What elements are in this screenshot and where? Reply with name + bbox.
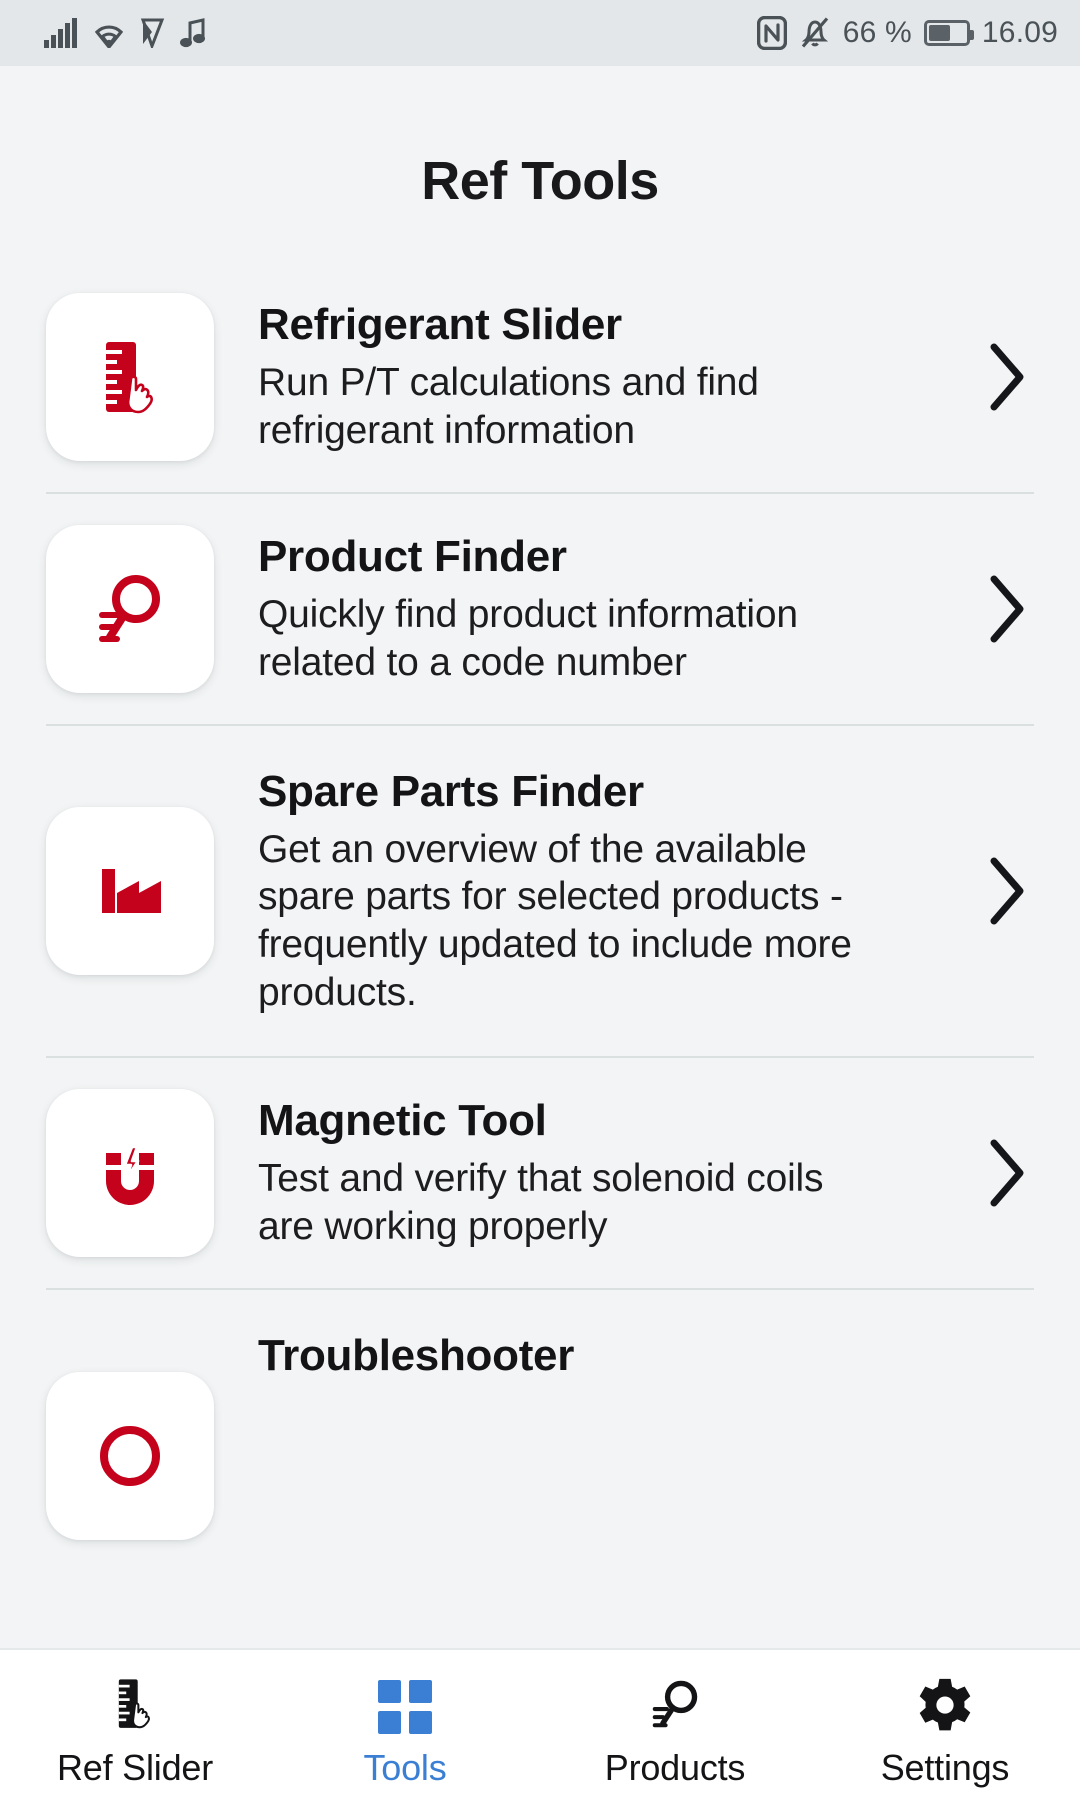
chevron-right-icon[interactable]	[974, 341, 1040, 413]
tool-description: Get an overview of the available spare p…	[258, 827, 852, 1014]
clock-label: 16.09	[981, 16, 1058, 49]
tab-label: Products	[604, 1747, 746, 1788]
list-item[interactable]: Magnetic Tool Test and verify that solen…	[0, 1058, 1080, 1288]
chevron-right-icon[interactable]	[974, 855, 1040, 927]
tool-text: Magnetic Tool Test and verify that solen…	[258, 1095, 974, 1250]
tool-icon-tile	[46, 293, 214, 461]
tool-title: Magnetic Tool	[258, 1096, 547, 1146]
status-bar-left	[44, 18, 207, 48]
battery-percent-label: 66 %	[842, 16, 912, 49]
tab-products[interactable]: Products	[540, 1650, 810, 1810]
grid-squares-icon	[376, 1674, 434, 1736]
tool-title: Spare Parts Finder	[258, 766, 644, 816]
tool-icon-tile	[46, 1089, 214, 1257]
ruler-hand-icon	[104, 1674, 166, 1736]
nfc-icon	[756, 16, 787, 50]
magnet-icon	[106, 1145, 154, 1205]
tool-title: Refrigerant Slider	[258, 300, 622, 350]
wifi-icon	[94, 25, 124, 48]
signal-bars-icon	[44, 18, 77, 48]
tab-label: Settings	[880, 1747, 1010, 1788]
battery-icon	[923, 20, 974, 46]
tab-settings[interactable]: Settings	[810, 1650, 1080, 1810]
bottom-tab-bar[interactable]: Ref Slider Tools Products Settings	[0, 1648, 1080, 1810]
tab-ref-slider[interactable]: Ref Slider	[0, 1650, 270, 1810]
tab-label: Tools	[363, 1747, 447, 1788]
status-bar: 66 % 16.09	[0, 0, 1080, 66]
chevron-right-icon[interactable]	[974, 1137, 1040, 1209]
tool-text: Refrigerant Slider Run P/T calculations …	[258, 299, 974, 454]
play-store-icon	[140, 18, 165, 48]
tool-text: Product Finder Quickly find product info…	[258, 531, 974, 686]
list-item[interactable]: Product Finder Quickly find product info…	[0, 494, 1080, 724]
tool-icon-tile	[46, 1372, 214, 1540]
tool-description: Quickly find product information related…	[258, 593, 798, 684]
tool-text: Troubleshooter	[258, 1330, 974, 1390]
gear-icon	[915, 1674, 975, 1736]
tools-list[interactable]: Refrigerant Slider Run P/T calculations …	[0, 262, 1080, 1650]
page-title: Ref Tools	[421, 151, 659, 211]
tab-tools[interactable]: Tools	[270, 1650, 540, 1810]
tool-description: Run P/T calculations and find refrigeran…	[258, 361, 759, 452]
list-item[interactable]: Refrigerant Slider Run P/T calculations …	[0, 262, 1080, 492]
tool-text: Spare Parts Finder Get an overview of th…	[258, 766, 974, 1016]
bell-off-icon	[801, 17, 828, 48]
ruler-hand-icon	[106, 342, 153, 414]
tool-title: Troubleshooter	[258, 1331, 575, 1380]
magnifier-list-icon	[644, 1674, 706, 1736]
list-item[interactable]: Troubleshooter	[0, 1290, 1080, 1540]
music-note-icon	[180, 18, 205, 48]
tool-icon-tile	[46, 807, 214, 975]
tool-icon-tile	[46, 525, 214, 693]
status-bar-right: 66 % 16.09	[756, 16, 1058, 50]
tool-description: Test and verify that solenoid coils are …	[258, 1157, 824, 1248]
troubleshooter-icon	[100, 1426, 160, 1486]
tab-label: Ref Slider	[56, 1747, 214, 1788]
chevron-right-icon[interactable]	[974, 573, 1040, 645]
factory-icon	[102, 869, 161, 913]
tool-title: Product Finder	[258, 532, 567, 582]
list-item[interactable]: Spare Parts Finder Get an overview of th…	[0, 726, 1080, 1056]
magnifier-list-icon	[99, 575, 160, 642]
